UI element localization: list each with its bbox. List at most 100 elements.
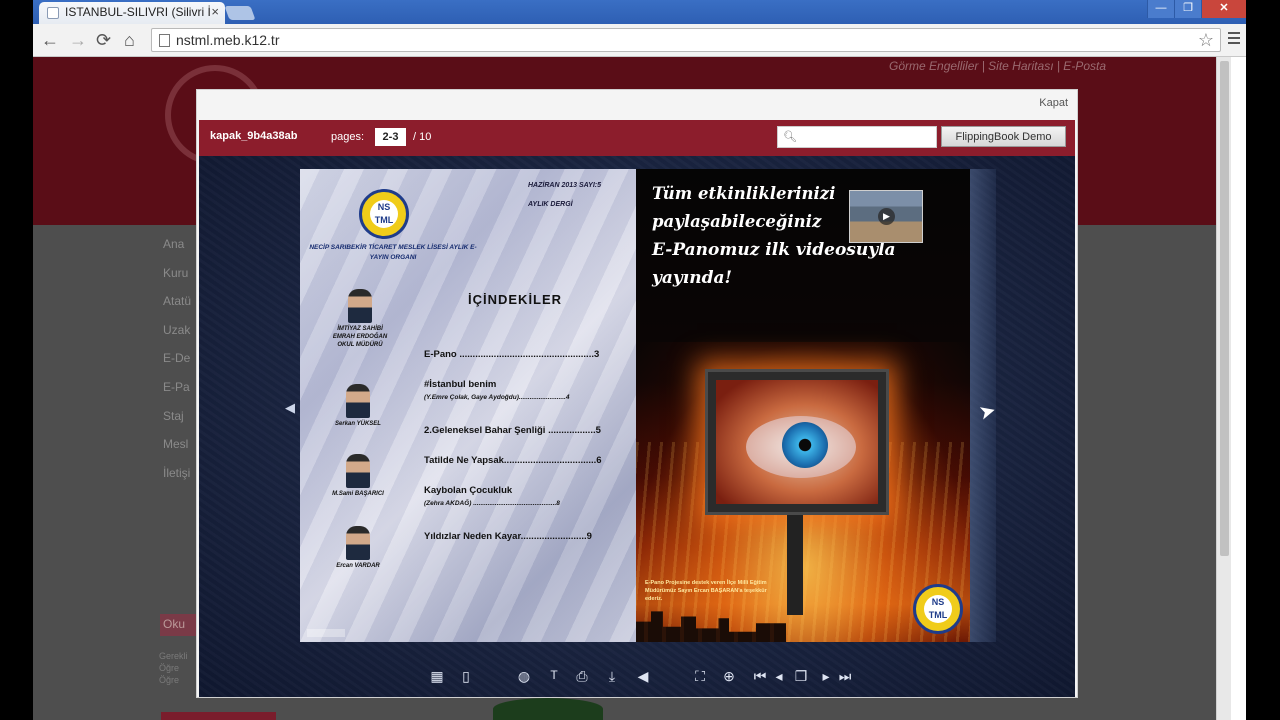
minimize-button[interactable]: —	[1147, 0, 1174, 18]
browser-tab[interactable]: ISTANBUL-SILIVRI (Silivri İ ×	[39, 2, 225, 24]
staff-photo	[346, 526, 370, 560]
thumbnails-icon[interactable]: ▦	[428, 668, 446, 685]
right-page[interactable]: Tüm etkinliklerinizi paylaşabileceğiniz …	[636, 169, 970, 642]
site-top-links[interactable]: Görme Engelliler | Site Haritası | E-Pos…	[889, 59, 1106, 73]
scrollbar-thumb[interactable]	[1220, 61, 1229, 556]
search-input[interactable]: 🔍︎	[777, 126, 937, 148]
screen-stand	[787, 515, 803, 615]
chrome-menu-icon[interactable]	[1228, 32, 1240, 47]
download-icon[interactable]: ⤓	[603, 668, 621, 685]
left-page[interactable]: NS TML HAZİRAN 2013 SAYI:5 AYLIK DERGİ N…	[300, 169, 636, 642]
play-icon[interactable]: ▶	[878, 208, 895, 225]
toc-item: Kaybolan Çocukluk (Zehra AKDAĞ) ........…	[424, 485, 614, 507]
zoom-icon[interactable]: ⊕	[720, 668, 738, 685]
page-number-input[interactable]: 2-3	[375, 128, 406, 146]
search-icon: 🔍︎	[783, 131, 797, 143]
page-scrollbar[interactable]	[1216, 57, 1231, 720]
school-logo: NS TML	[913, 584, 963, 634]
tab-title: ISTANBUL-SILIVRI (Silivri İ	[65, 5, 211, 19]
side-menu-item[interactable]: Uzak	[163, 323, 191, 352]
globe-icon[interactable]: ◍	[515, 668, 533, 685]
home-icon[interactable]: ⌂	[124, 30, 135, 51]
previous-page-arrow-icon[interactable]: ◀	[285, 400, 295, 416]
book-title: kapak_9b4a38ab	[210, 130, 298, 142]
side-menu-item[interactable]: Staj	[163, 409, 191, 438]
monthly-label: AYLIK DERGİ	[528, 201, 573, 208]
toc-item-title: #İstanbul benim	[424, 379, 497, 390]
issue-date: HAZİRAN 2013 SAYI:5	[528, 182, 602, 189]
staff-caption: M.Sami BAŞARICI	[332, 491, 384, 497]
first-page-icon[interactable]: ⏮	[751, 668, 769, 685]
tab-strip: ISTANBUL-SILIVRI (Silivri İ × — ❐ ✕	[33, 0, 1246, 24]
toc-title: İÇİNDEKİLER	[468, 292, 563, 307]
oku-text: Gerekli Öğre Öğre	[159, 650, 188, 686]
window-controls: — ❐ ✕	[1147, 0, 1246, 18]
oku-line: Öğre	[159, 675, 180, 685]
oku-line: Gerekli	[159, 651, 188, 661]
toc-item: 2.Geleneksel Bahar Şenliği .............…	[424, 425, 614, 436]
last-page-icon[interactable]: ⏭	[836, 668, 854, 685]
pages-label: pages:	[331, 131, 365, 143]
close-window-button[interactable]: ✕	[1201, 0, 1246, 18]
new-tab-button[interactable]	[224, 6, 256, 20]
decorative-shape	[493, 698, 603, 720]
maximize-button[interactable]: ❐	[1174, 0, 1201, 18]
toc-item: Yıldızlar Neden Kayar...................…	[424, 531, 614, 542]
toc-item: Tatilde Ne Yapsak.......................…	[424, 455, 614, 466]
bookmark-icon[interactable]: ▯	[457, 668, 475, 685]
staff-caption: Serkan YÜKSEL	[335, 421, 381, 427]
oku-line: Öğre	[159, 663, 180, 673]
logo-text: NS TML	[924, 595, 952, 623]
side-menu-item[interactable]: E-Pa	[163, 380, 191, 409]
fullscreen-icon[interactable]: ⛶	[691, 668, 709, 685]
side-menu-item[interactable]: Ana	[163, 237, 191, 266]
flipbook-lightbox: Kapat kapak_9b4a38ab pages: 2-3 / 10 🔍︎ …	[196, 89, 1078, 698]
side-menu-item[interactable]: İletişi	[163, 466, 191, 495]
browser-toolbar: ← → ⟳ ⌂ nstml.meb.k12.tr ☆	[33, 24, 1246, 57]
flipbook-stage: ◀ NS TML HAZİRAN 2013 SAYI:5 AYLIK DERGİ…	[199, 156, 1075, 697]
flipbook-top-bar: kapak_9b4a38ab pages: 2-3 / 10 🔍︎ Flippi…	[199, 120, 1075, 156]
toc-item-title: 2.Geleneksel Bahar Şenliği .............…	[424, 425, 601, 436]
favicon-icon	[47, 7, 59, 19]
sound-icon[interactable]: ◀	[634, 668, 652, 685]
toc-item-title: Kaybolan Çocukluk	[424, 485, 513, 496]
url-text: nstml.meb.k12.tr	[176, 32, 280, 48]
prev-page-icon[interactable]: ◂	[770, 668, 788, 685]
flippingbook-demo-button[interactable]: FlippingBook Demo	[941, 126, 1066, 147]
bookmark-star-icon[interactable]: ☆	[1198, 30, 1214, 51]
next-page-icon[interactable]: ▸	[817, 668, 835, 685]
video-thumbnail[interactable]: ▶	[849, 190, 923, 243]
text-icon[interactable]: T	[545, 668, 563, 682]
thanks-text: E-Pano Projesine destek veren İlçe Milli…	[645, 580, 767, 602]
toc-item: #İstanbul benim (Y.Emre Çolak, Gaye Aydo…	[424, 379, 614, 401]
side-menu-item[interactable]: Atatü	[163, 294, 191, 323]
forward-icon[interactable]: →	[69, 30, 87, 51]
side-menu-item[interactable]: Kuru	[163, 266, 191, 295]
print-icon[interactable]: ⎙	[573, 668, 591, 685]
headline-line-3: E-Panomuz ilk videosuyla yayında!	[652, 240, 896, 288]
iris-image	[782, 422, 828, 468]
flip-icon[interactable]: ❐	[792, 668, 810, 685]
close-lightbox-button[interactable]: Kapat	[1039, 97, 1068, 109]
toc-item-title: Tatilde Ne Yapsak.......................…	[424, 455, 602, 466]
staff-member: İMTİYAZ SAHİBİ EMRAH ERDOĞAN OKUL MÜDÜRÜ	[325, 289, 395, 349]
toc-item-sub: (Y.Emre Çolak, Gaye Aydoğdu)............…	[424, 394, 570, 401]
reload-icon[interactable]: ⟳	[96, 30, 111, 51]
side-menu-item[interactable]: E-De	[163, 351, 191, 380]
toc-item-title: Yıldızlar Neden Kayar...................…	[424, 531, 592, 542]
back-icon[interactable]: ←	[41, 30, 59, 51]
staff-photo	[346, 384, 370, 418]
oku-tab[interactable]: Oku	[160, 614, 200, 636]
tab-close-icon[interactable]: ×	[211, 4, 219, 19]
address-bar[interactable]: nstml.meb.k12.tr ☆	[151, 28, 1221, 52]
toc-item-title: E-Pano .................................…	[424, 349, 600, 360]
school-logo: NS TML	[359, 189, 409, 239]
staff-photo	[348, 289, 372, 323]
staff-member: M.Sami BAŞARICI	[323, 454, 393, 498]
side-menu-item[interactable]: Mesl	[163, 437, 191, 466]
staff-caption: İMTİYAZ SAHİBİ EMRAH ERDOĞAN OKUL MÜDÜRÜ	[332, 326, 388, 348]
toc-item-sub: (Zehra AKDAĞ) ..........................…	[424, 500, 560, 507]
staff-member: Serkan YÜKSEL	[323, 384, 393, 428]
staff-member: Ercan VARDAR	[323, 526, 393, 570]
flipbook-toolbar: ▦ ▯ ◍ T ⎙ ⤓ ◀ ⛶ ⊕ ⏮ ◂ ❐ ▸ ⏭	[199, 662, 1075, 697]
